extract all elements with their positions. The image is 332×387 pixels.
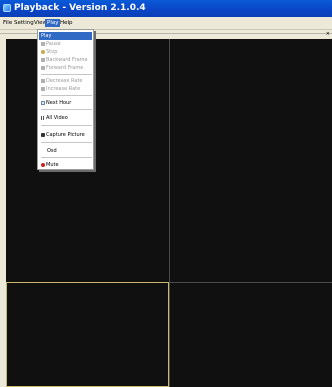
- menu-bar: File Setting View Play Help: [0, 17, 332, 29]
- backward-frame-icon: [41, 57, 45, 62]
- menu-item-all-video[interactable]: All Video: [39, 114, 92, 122]
- menu-item-backward-frame[interactable]: Backward Frame: [39, 56, 92, 64]
- menu-item-decrease-rate[interactable]: Decrease Rate: [39, 77, 92, 85]
- pane-divider-vertical: [169, 39, 170, 387]
- next-hour-icon: [41, 100, 45, 105]
- window-title: Playback - Version 2.1.0.4: [14, 3, 146, 13]
- menu-item-label: Mute: [46, 162, 59, 168]
- selected-video-pane[interactable]: [6, 282, 169, 387]
- menu-item-label: Play: [41, 33, 52, 39]
- menu-item-label: Backward Frame: [46, 57, 88, 63]
- menu-item-label: Decrease Rate: [46, 78, 83, 84]
- stop-icon: [41, 49, 45, 54]
- menu-separator: [41, 125, 92, 126]
- menu-item-next-hour[interactable]: Next Hour: [39, 99, 92, 107]
- menu-item-label: Next Hour: [46, 100, 72, 106]
- menu-item-mute[interactable]: Mute: [39, 161, 92, 169]
- camera-icon: [41, 132, 45, 137]
- app-icon: [3, 4, 11, 12]
- menu-item-label: Osd: [47, 148, 57, 154]
- menu-item-osd[interactable]: Osd: [39, 147, 92, 155]
- menu-separator: [41, 95, 92, 96]
- menu-item-pause[interactable]: Pause: [39, 40, 92, 48]
- menu-item-label: Pause: [46, 41, 61, 47]
- decrease-rate-icon: [41, 78, 45, 83]
- menu-item-increase-rate[interactable]: Increase Rate: [39, 85, 92, 93]
- menu-item-forward-frame[interactable]: Forward Frame: [39, 64, 92, 72]
- menu-item-label: Stop: [46, 49, 58, 55]
- menu-item-label: Increase Rate: [46, 86, 81, 92]
- title-bar: Playback - Version 2.1.0.4: [0, 0, 332, 17]
- menu-separator: [41, 142, 92, 143]
- all-video-icon: [41, 115, 45, 120]
- menu-item-stop[interactable]: Stop: [39, 48, 92, 56]
- menu-item-label: Capture Picture: [46, 132, 85, 138]
- menu-item-play[interactable]: Play: [39, 32, 92, 40]
- menu-separator: [41, 109, 92, 110]
- menu-help[interactable]: Help: [58, 19, 75, 27]
- menu-item-label: Forward Frame: [46, 65, 84, 71]
- increase-rate-icon: [41, 86, 45, 91]
- menu-separator: [41, 74, 92, 75]
- mute-icon: [41, 162, 45, 167]
- play-menu-dropdown: Play Pause Stop Backward Frame Forward F…: [37, 29, 94, 170]
- menu-item-capture-picture[interactable]: Capture Picture: [39, 131, 92, 139]
- close-icon[interactable]: ×: [326, 30, 330, 38]
- menu-item-label: All Video: [46, 115, 68, 121]
- forward-frame-icon: [41, 65, 45, 70]
- pause-icon: [41, 41, 45, 46]
- menu-separator: [41, 157, 92, 158]
